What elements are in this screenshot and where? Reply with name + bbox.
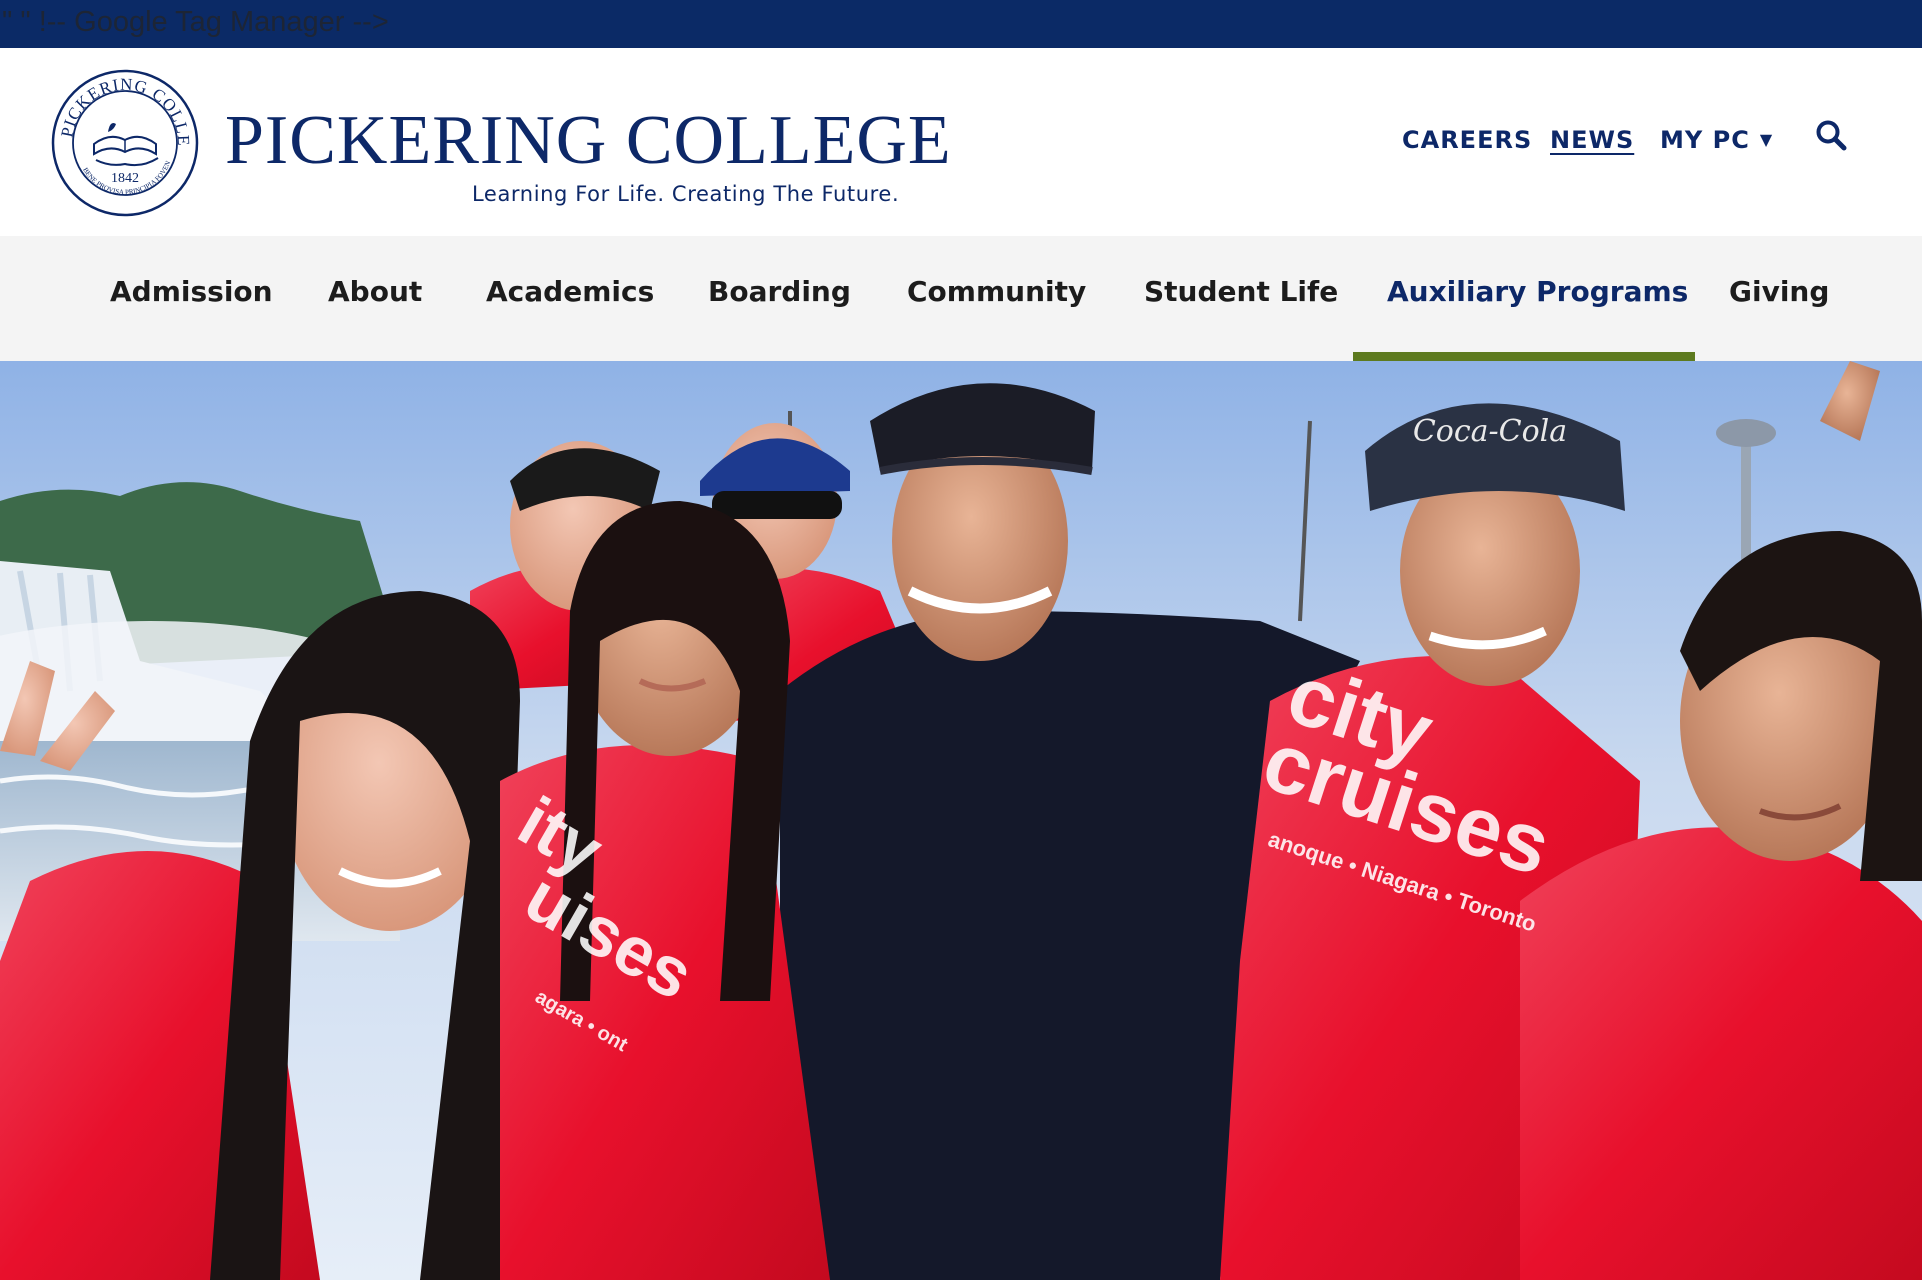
caret-down-icon: ▼ bbox=[1759, 130, 1774, 149]
site-header: PICKERING COLLEGE BENE PROVISA PRINCIPIA… bbox=[0, 48, 1922, 236]
gtm-comment-text: " " !-- Google Tag Manager --> bbox=[2, 6, 389, 38]
college-seal-logo[interactable]: PICKERING COLLEGE BENE PROVISA PRINCIPIA… bbox=[43, 53, 200, 218]
my-pc-dropdown[interactable]: MY PC ▼ bbox=[1660, 128, 1773, 152]
svg-text:1842: 1842 bbox=[111, 171, 139, 186]
hero-photo-illustration: Coca-Cola bbox=[0, 361, 1922, 1280]
nav-community[interactable]: Community bbox=[907, 278, 1086, 306]
careers-link[interactable]: CAREERS bbox=[1402, 128, 1532, 152]
news-link[interactable]: NEWS bbox=[1550, 128, 1634, 152]
nav-about[interactable]: About bbox=[328, 278, 422, 306]
top-banner: " " !-- Google Tag Manager --> bbox=[0, 0, 1922, 48]
nav-boarding[interactable]: Boarding bbox=[708, 278, 851, 306]
my-pc-label: MY PC bbox=[1660, 126, 1750, 154]
nav-academics[interactable]: Academics bbox=[486, 278, 654, 306]
hero-image: Coca-Cola city cruises anoque • Niagara … bbox=[0, 361, 1922, 1280]
college-tagline: Learning For Life. Creating The Future. bbox=[472, 182, 900, 206]
college-seal-icon: PICKERING COLLEGE BENE PROVISA PRINCIPIA… bbox=[43, 53, 199, 217]
cap-logo-text: Coca-Cola bbox=[1413, 414, 1567, 449]
search-button[interactable] bbox=[1814, 118, 1848, 152]
nav-admission[interactable]: Admission bbox=[110, 278, 273, 306]
nav-student-life[interactable]: Student Life bbox=[1144, 278, 1338, 306]
college-name[interactable]: PICKERING COLLEGE bbox=[225, 106, 952, 176]
nav-auxiliary-programs[interactable]: Auxiliary Programs bbox=[1387, 278, 1688, 306]
main-navigation: Admission About Academics Boarding Commu… bbox=[0, 236, 1922, 370]
search-icon bbox=[1816, 120, 1847, 151]
nav-giving[interactable]: Giving bbox=[1729, 278, 1829, 306]
